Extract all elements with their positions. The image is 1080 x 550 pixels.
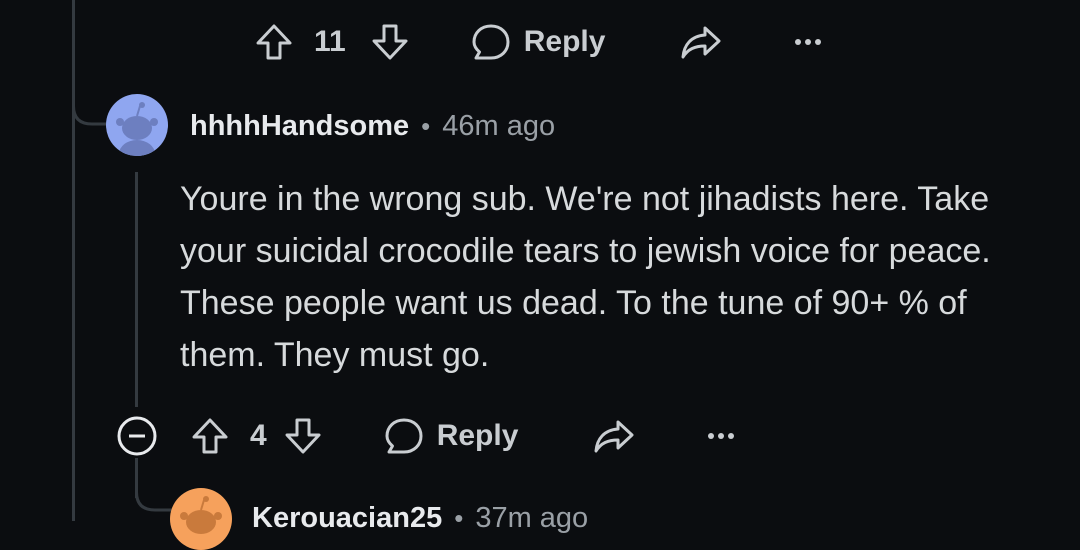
thread-line-inner — [135, 172, 138, 407]
comment-bubble-icon — [470, 21, 512, 63]
comment-action-bar: 4 Reply — [190, 414, 736, 458]
snoo-avatar-icon — [116, 102, 158, 156]
share-arrow-icon[interactable] — [679, 22, 723, 62]
comment-bubble-icon — [383, 415, 425, 457]
child-avatar[interactable] — [170, 488, 232, 550]
reply-label: Reply — [436, 419, 519, 452]
comment-header: hhhhHandsome • 46m ago — [190, 106, 555, 146]
reply-button[interactable]: Reply — [383, 415, 519, 457]
vote-count: 11 — [314, 25, 346, 58]
reply-label: Reply — [523, 25, 606, 58]
upvote-arrow-icon[interactable] — [190, 416, 230, 456]
collapse-thread-icon[interactable] — [116, 415, 158, 457]
snoo-avatar-icon — [180, 496, 222, 534]
timestamp: 46m ago — [442, 109, 556, 142]
top-action-bar: 11 Reply — [254, 20, 823, 64]
username[interactable]: hhhhHandsome — [190, 110, 409, 143]
downvote-arrow-icon[interactable] — [370, 22, 410, 62]
thread-line-outer — [72, 0, 75, 521]
comment-body: Youre in the wrong sub. We're not jihadi… — [180, 180, 991, 374]
separator-dot: • — [421, 110, 431, 141]
thread-connector-2 — [135, 470, 173, 512]
more-options-icon[interactable] — [793, 37, 823, 47]
avatar[interactable] — [106, 94, 168, 156]
more-options-icon[interactable] — [706, 431, 736, 441]
separator-dot: • — [454, 502, 464, 533]
thread-connector-1 — [72, 88, 110, 126]
share-arrow-icon[interactable] — [592, 416, 636, 456]
child-comment-header: Kerouacian25 • 37m ago — [252, 498, 588, 538]
reply-button[interactable]: Reply — [470, 21, 606, 63]
child-timestamp: 37m ago — [475, 501, 589, 534]
upvote-arrow-icon[interactable] — [254, 22, 294, 62]
downvote-arrow-icon[interactable] — [283, 416, 323, 456]
vote-count: 4 — [250, 419, 267, 452]
child-username[interactable]: Kerouacian25 — [252, 502, 442, 535]
